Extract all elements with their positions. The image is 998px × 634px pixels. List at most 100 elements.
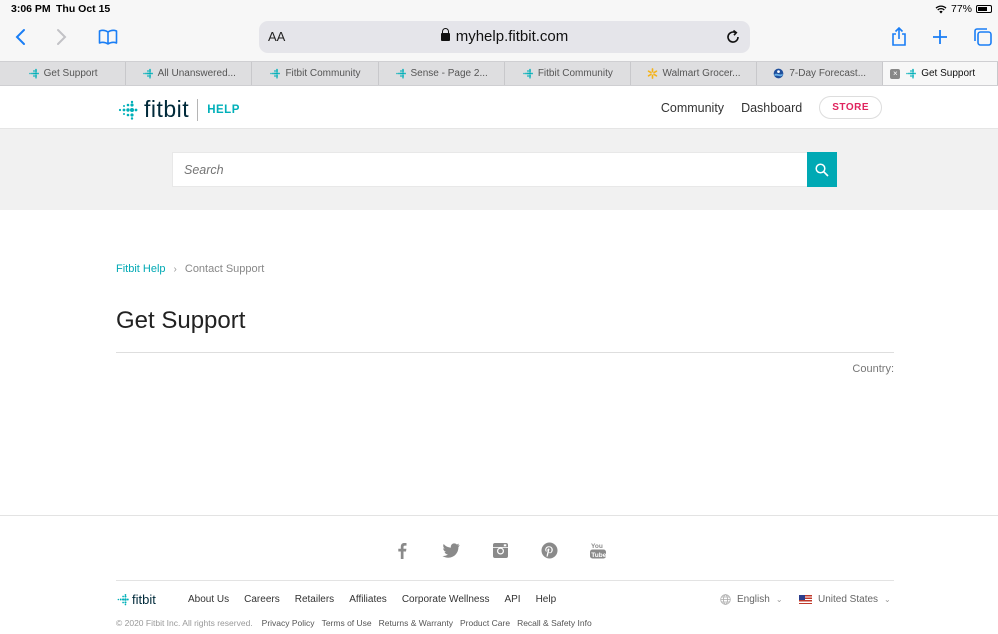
walmart-favicon-icon: [647, 68, 658, 79]
status-right: 77%: [935, 3, 992, 15]
tabs-icon: [974, 28, 992, 46]
facebook-icon[interactable]: [392, 540, 412, 560]
fitbit-favicon-icon: [522, 68, 533, 79]
tab[interactable]: All Unanswered...: [126, 62, 253, 85]
plus-icon: [933, 30, 947, 44]
store-button[interactable]: STORE: [819, 96, 882, 119]
back-button[interactable]: [7, 24, 33, 50]
footer-link-about-us[interactable]: About Us: [188, 594, 229, 605]
breadcrumb-current: Contact Support: [184, 263, 265, 275]
tab[interactable]: 7-Day Forecast...: [757, 62, 884, 85]
search-icon: [815, 162, 829, 177]
forward-button[interactable]: [49, 24, 75, 50]
legal-link-privacy-policy[interactable]: Privacy Policy: [262, 618, 315, 628]
chevron-down-icon: ⌄: [884, 595, 891, 604]
close-icon[interactable]: ×: [890, 69, 901, 79]
legal-link-returns-warranty[interactable]: Returns & Warranty: [379, 618, 453, 628]
new-tab-button[interactable]: [927, 24, 953, 50]
noaa-favicon-icon: [773, 68, 784, 79]
tab-label: Walmart Grocer...: [662, 68, 741, 79]
tab[interactable]: Get Support: [0, 62, 127, 85]
tab-label: Sense - Page 2...: [410, 68, 488, 79]
svg-text:Tube: Tube: [591, 551, 606, 558]
globe-icon: [720, 594, 731, 605]
book-icon: [98, 29, 118, 45]
legal-link-terms-of-use[interactable]: Terms of Use: [322, 618, 372, 628]
footer-link-api[interactable]: API: [504, 594, 520, 605]
legal-link-recall-safety[interactable]: Recall & Safety Info: [517, 618, 592, 628]
tab-label: Get Support: [43, 68, 98, 79]
url-display[interactable]: myhelp.fitbit.com: [259, 28, 750, 45]
tab-label: Fitbit Community: [285, 68, 361, 79]
bookmarks-button[interactable]: [95, 24, 121, 50]
tab-overview-button[interactable]: [970, 24, 996, 50]
tab[interactable]: Sense - Page 2...: [379, 62, 505, 85]
twitter-icon[interactable]: [441, 540, 461, 560]
fitbit-favicon-icon: [28, 68, 39, 79]
language-label: English: [737, 594, 770, 605]
fitbit-logo-dots-icon: [117, 593, 129, 606]
breadcrumb-home-link[interactable]: Fitbit Help: [116, 263, 166, 275]
footer-fitbit-logo[interactable]: fitbit: [116, 592, 156, 607]
footer-link-affiliates[interactable]: Affiliates: [349, 594, 387, 605]
instagram-icon[interactable]: [490, 540, 510, 560]
share-button[interactable]: [886, 24, 912, 50]
status-date: Thu Oct 15: [56, 3, 111, 15]
tab-strip: Get Support All Unanswered... Fitbit Commu…: [0, 61, 998, 86]
nav-community-link[interactable]: Community: [661, 101, 724, 115]
fitbit-favicon-icon: [905, 68, 917, 79]
region-selector[interactable]: United States ⌄: [799, 594, 891, 605]
tab[interactable]: Walmart Grocer...: [631, 62, 758, 85]
footer-link-retailers[interactable]: Retailers: [295, 594, 334, 605]
chevron-right-icon: [57, 29, 67, 45]
legal-link-product-care[interactable]: Product Care: [460, 618, 510, 628]
social-links: You Tube: [392, 540, 608, 560]
tab-label: 7-Day Forecast...: [789, 68, 867, 79]
share-icon: [892, 27, 906, 46]
breadcrumb: Fitbit Help › Contact Support: [116, 263, 264, 275]
footer-link-careers[interactable]: Careers: [244, 594, 280, 605]
pinterest-icon[interactable]: [539, 540, 559, 560]
tab-active[interactable]: × Get Support: [883, 62, 998, 85]
help-section-label: HELP: [207, 103, 240, 116]
us-flag-icon: [799, 595, 812, 604]
header-nav: Community Dashboard STORE: [644, 96, 882, 119]
footer-divider: [116, 580, 894, 581]
browser-toolbar: AA myhelp.fitbit.com: [0, 18, 998, 61]
fitbit-help-logo[interactable]: fitbit HELP: [116, 96, 240, 123]
fitbit-favicon-icon: [395, 68, 406, 79]
address-bar[interactable]: AA myhelp.fitbit.com: [259, 21, 750, 53]
breadcrumb-separator: ›: [173, 263, 177, 275]
brand-wordmark: fitbit: [144, 96, 190, 122]
fitbit-logo-dots-icon: [118, 100, 138, 120]
footer-link-help[interactable]: Help: [536, 594, 557, 605]
chevron-left-icon: [15, 29, 25, 45]
search-button[interactable]: [807, 152, 837, 187]
language-selector[interactable]: English ⌄: [720, 594, 783, 605]
fitbit-favicon-icon: [269, 68, 281, 79]
tab[interactable]: Fitbit Community: [505, 62, 631, 85]
footer-divider-top: [0, 515, 998, 516]
lock-icon: [440, 28, 450, 41]
tab[interactable]: Fitbit Community: [252, 62, 379, 85]
copyright-text: © 2020 Fitbit Inc. All rights reserved.: [116, 618, 253, 628]
legal-bar: © 2020 Fitbit Inc. All rights reserved. …: [116, 618, 592, 628]
footer-links: About Us Careers Retailers Affiliates Co…: [188, 594, 556, 605]
url-text: myhelp.fitbit.com: [455, 28, 569, 45]
tab-label: All Unanswered...: [157, 68, 236, 79]
status-time: 3:06 PM: [11, 3, 51, 15]
nav-dashboard-link[interactable]: Dashboard: [741, 101, 802, 115]
ios-status-bar: 3:06 PM Thu Oct 15 77%: [0, 0, 998, 18]
site-header: fitbit HELP Community Dashboard STORE: [0, 86, 998, 129]
battery-percent: 77%: [950, 3, 972, 15]
youtube-icon[interactable]: You Tube: [588, 540, 608, 560]
search-band: [0, 129, 998, 210]
chevron-down-icon: ⌄: [775, 595, 783, 604]
search-input[interactable]: [172, 152, 808, 187]
region-label: United States: [818, 594, 879, 605]
reload-icon[interactable]: [724, 28, 742, 46]
tab-label: Fitbit Community: [537, 68, 613, 79]
battery-level: [978, 7, 987, 11]
footer-link-corporate-wellness[interactable]: Corporate Wellness: [402, 594, 490, 605]
tab-label: Get Support: [921, 68, 976, 79]
